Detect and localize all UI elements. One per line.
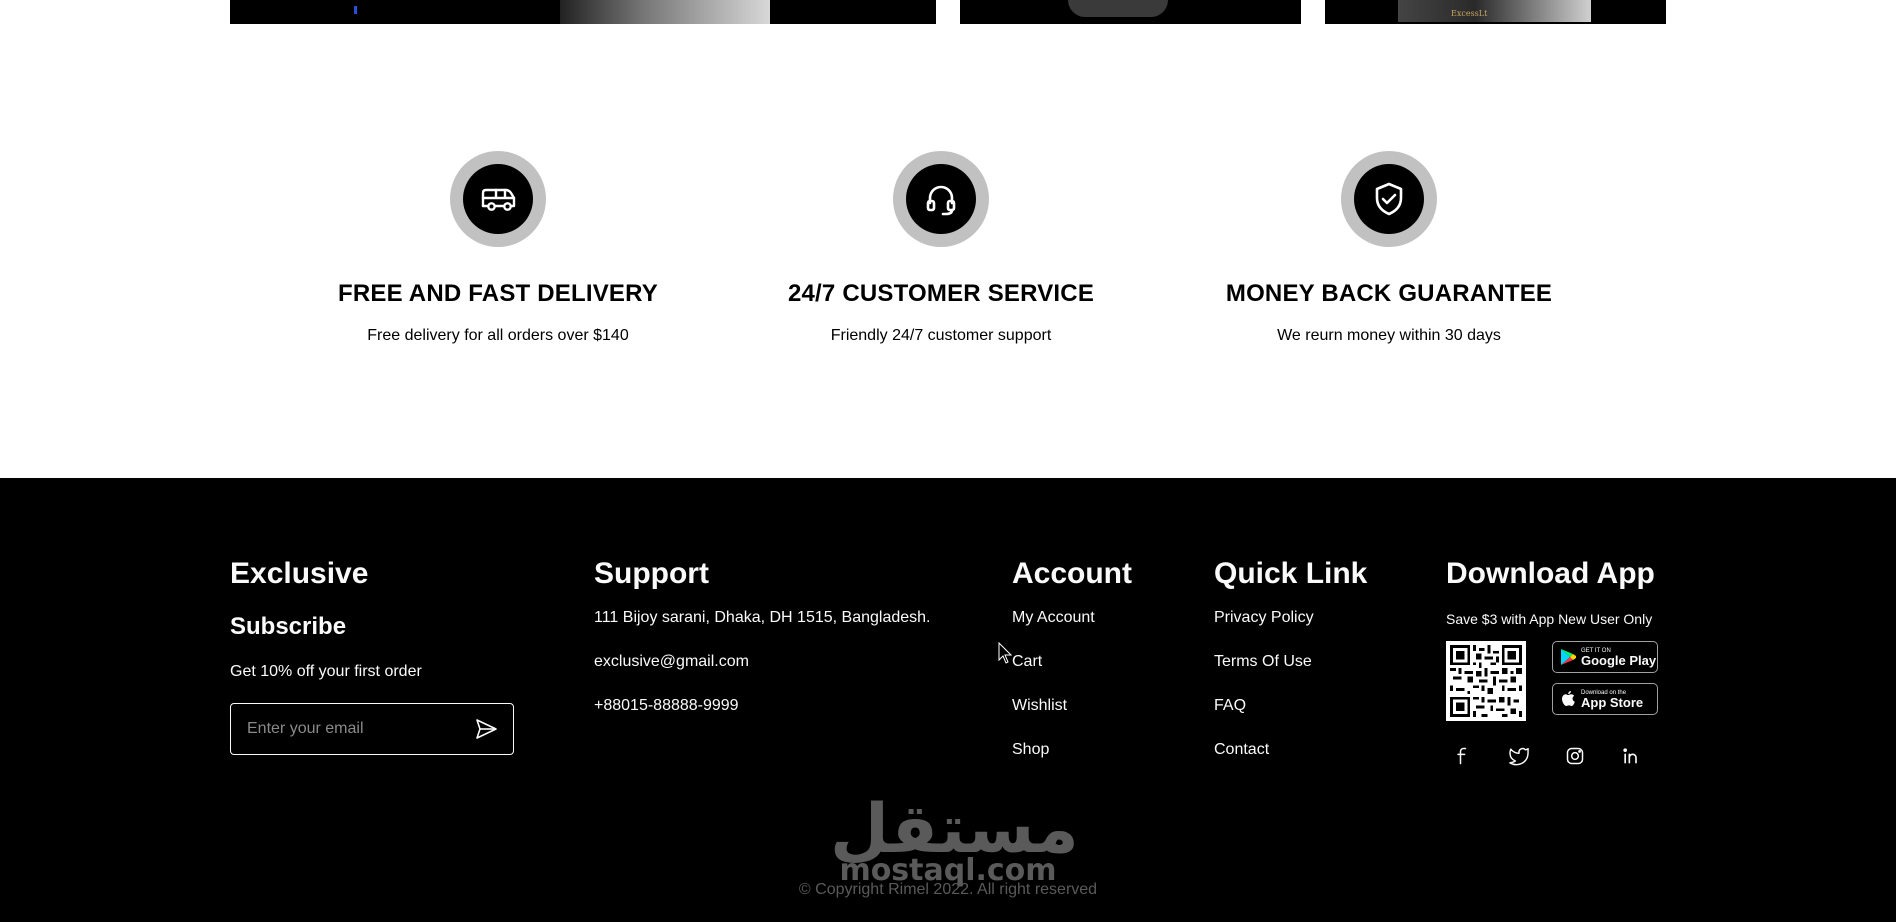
email-input[interactable]	[247, 720, 447, 738]
link-cart[interactable]: Cart	[1012, 653, 1132, 697]
link-contact[interactable]: Contact	[1214, 741, 1367, 785]
service-icon-ring	[893, 151, 989, 247]
service-description: Free delivery for all orders over $140	[367, 327, 629, 344]
link-wishlist[interactable]: Wishlist	[1012, 697, 1132, 741]
send-button[interactable]	[473, 716, 499, 742]
product-image-3[interactable]: ExcessLt	[1325, 0, 1666, 24]
linkedin-link[interactable]	[1618, 743, 1644, 769]
support-phone[interactable]: +88015-88888-9999	[594, 697, 931, 741]
footer-download-app: Download App Save $3 with App New User O…	[1446, 559, 1658, 769]
google-play-icon	[1561, 649, 1576, 665]
footer-brand[interactable]: Exclusive	[230, 559, 514, 589]
google-play-text: GET IT ON Google Play	[1581, 648, 1656, 667]
store-badges: GET IT ON Google Play Download on the Ap…	[1552, 641, 1658, 721]
subscribe-offer: Get 10% off your first order	[230, 663, 422, 680]
subscribe-heading: Subscribe	[230, 613, 347, 640]
service-title: FREE AND FAST DELIVERY	[338, 280, 658, 307]
product-box-label: ExcessLt	[1451, 9, 1488, 18]
footer-quick-link: Quick Link Privacy Policy Terms Of Use F…	[1214, 559, 1367, 785]
link-shop[interactable]: Shop	[1012, 741, 1132, 785]
subscribe-form	[230, 703, 514, 755]
service-title: 24/7 CUSTOMER SERVICE	[787, 280, 1095, 307]
product-box-image	[1398, 0, 1591, 22]
service-description: Friendly 24/7 customer support	[830, 327, 1052, 344]
product-image-1[interactable]	[230, 0, 936, 24]
footer-account: Account My Account Cart Wishlist Shop	[1012, 559, 1132, 785]
apple-icon	[1562, 691, 1575, 706]
copyright: © Copyright Rimel 2022. All right reserv…	[798, 881, 1098, 898]
send-icon	[476, 719, 497, 739]
support-address: 111 Bijoy sarani, Dhaka, DH 1515, Bangla…	[594, 609, 931, 626]
headset-icon	[906, 164, 976, 234]
product-image-shade	[560, 0, 770, 24]
facebook-link[interactable]	[1450, 743, 1476, 769]
instagram-icon	[1566, 747, 1584, 765]
product-image-2[interactable]	[960, 0, 1301, 24]
delivery-van-icon	[463, 164, 533, 234]
service-customer: 24/7 CUSTOMER SERVICE Friendly 24/7 cust…	[741, 151, 1141, 345]
service-icon-ring	[450, 151, 546, 247]
linkedin-icon	[1623, 748, 1637, 764]
watermark: مستقل mostaql.com	[830, 796, 1079, 886]
support-heading: Support	[594, 557, 709, 590]
account-links: My Account Cart Wishlist Shop	[1012, 609, 1132, 785]
qr-code[interactable]	[1446, 641, 1526, 721]
app-promo-note: Save $3 with App New User Only	[1446, 611, 1653, 627]
app-downloads: GET IT ON Google Play Download on the Ap…	[1446, 641, 1658, 721]
link-my-account[interactable]: My Account	[1012, 609, 1132, 653]
facebook-icon	[1457, 747, 1467, 765]
account-heading: Account	[1012, 557, 1132, 590]
product-image-highlight	[354, 6, 357, 14]
download-app-heading: Download App	[1446, 557, 1655, 590]
support-email[interactable]: exclusive@gmail.com	[594, 653, 931, 697]
qr-code-icon	[1450, 645, 1522, 717]
quick-link-heading: Quick Link	[1214, 557, 1368, 590]
footer-support: Support 111 Bijoy sarani, Dhaka, DH 1515…	[594, 559, 931, 741]
mouse-cursor-icon	[998, 642, 1012, 664]
service-guarantee: MONEY BACK GUARANTEE We reurn money with…	[1189, 151, 1589, 345]
app-store-text: Download on the App Store	[1581, 690, 1643, 709]
app-store-button[interactable]: Download on the App Store	[1552, 683, 1658, 715]
quick-links: Privacy Policy Terms Of Use FAQ Contact	[1214, 609, 1367, 785]
service-icon-ring	[1341, 151, 1437, 247]
social-links	[1446, 743, 1658, 769]
google-play-button[interactable]: GET IT ON Google Play	[1552, 641, 1658, 673]
app-store-label: App Store	[1581, 694, 1644, 710]
link-privacy-policy[interactable]: Privacy Policy	[1214, 609, 1367, 653]
footer-exclusive: Exclusive Subscribe Get 10% off your fir…	[230, 559, 514, 755]
twitter-icon	[1509, 747, 1529, 766]
google-play-label: Google Play	[1581, 652, 1657, 668]
service-description: We reurn money within 30 days	[1277, 327, 1501, 344]
footer: Exclusive Subscribe Get 10% off your fir…	[0, 478, 1896, 922]
page: ExcessLt FREE AND FAST DELIVERY Free del…	[0, 0, 1896, 922]
service-title: MONEY BACK GUARANTEE	[1225, 280, 1553, 307]
service-delivery: FREE AND FAST DELIVERY Free delivery for…	[298, 151, 698, 345]
link-terms-of-use[interactable]: Terms Of Use	[1214, 653, 1367, 697]
twitter-link[interactable]	[1506, 743, 1532, 769]
shield-check-icon	[1354, 164, 1424, 234]
link-faq[interactable]: FAQ	[1214, 697, 1367, 741]
instagram-link[interactable]	[1562, 743, 1588, 769]
support-list: 111 Bijoy sarani, Dhaka, DH 1515, Bangla…	[594, 609, 931, 741]
perfume-bottle-image	[1068, 0, 1168, 17]
